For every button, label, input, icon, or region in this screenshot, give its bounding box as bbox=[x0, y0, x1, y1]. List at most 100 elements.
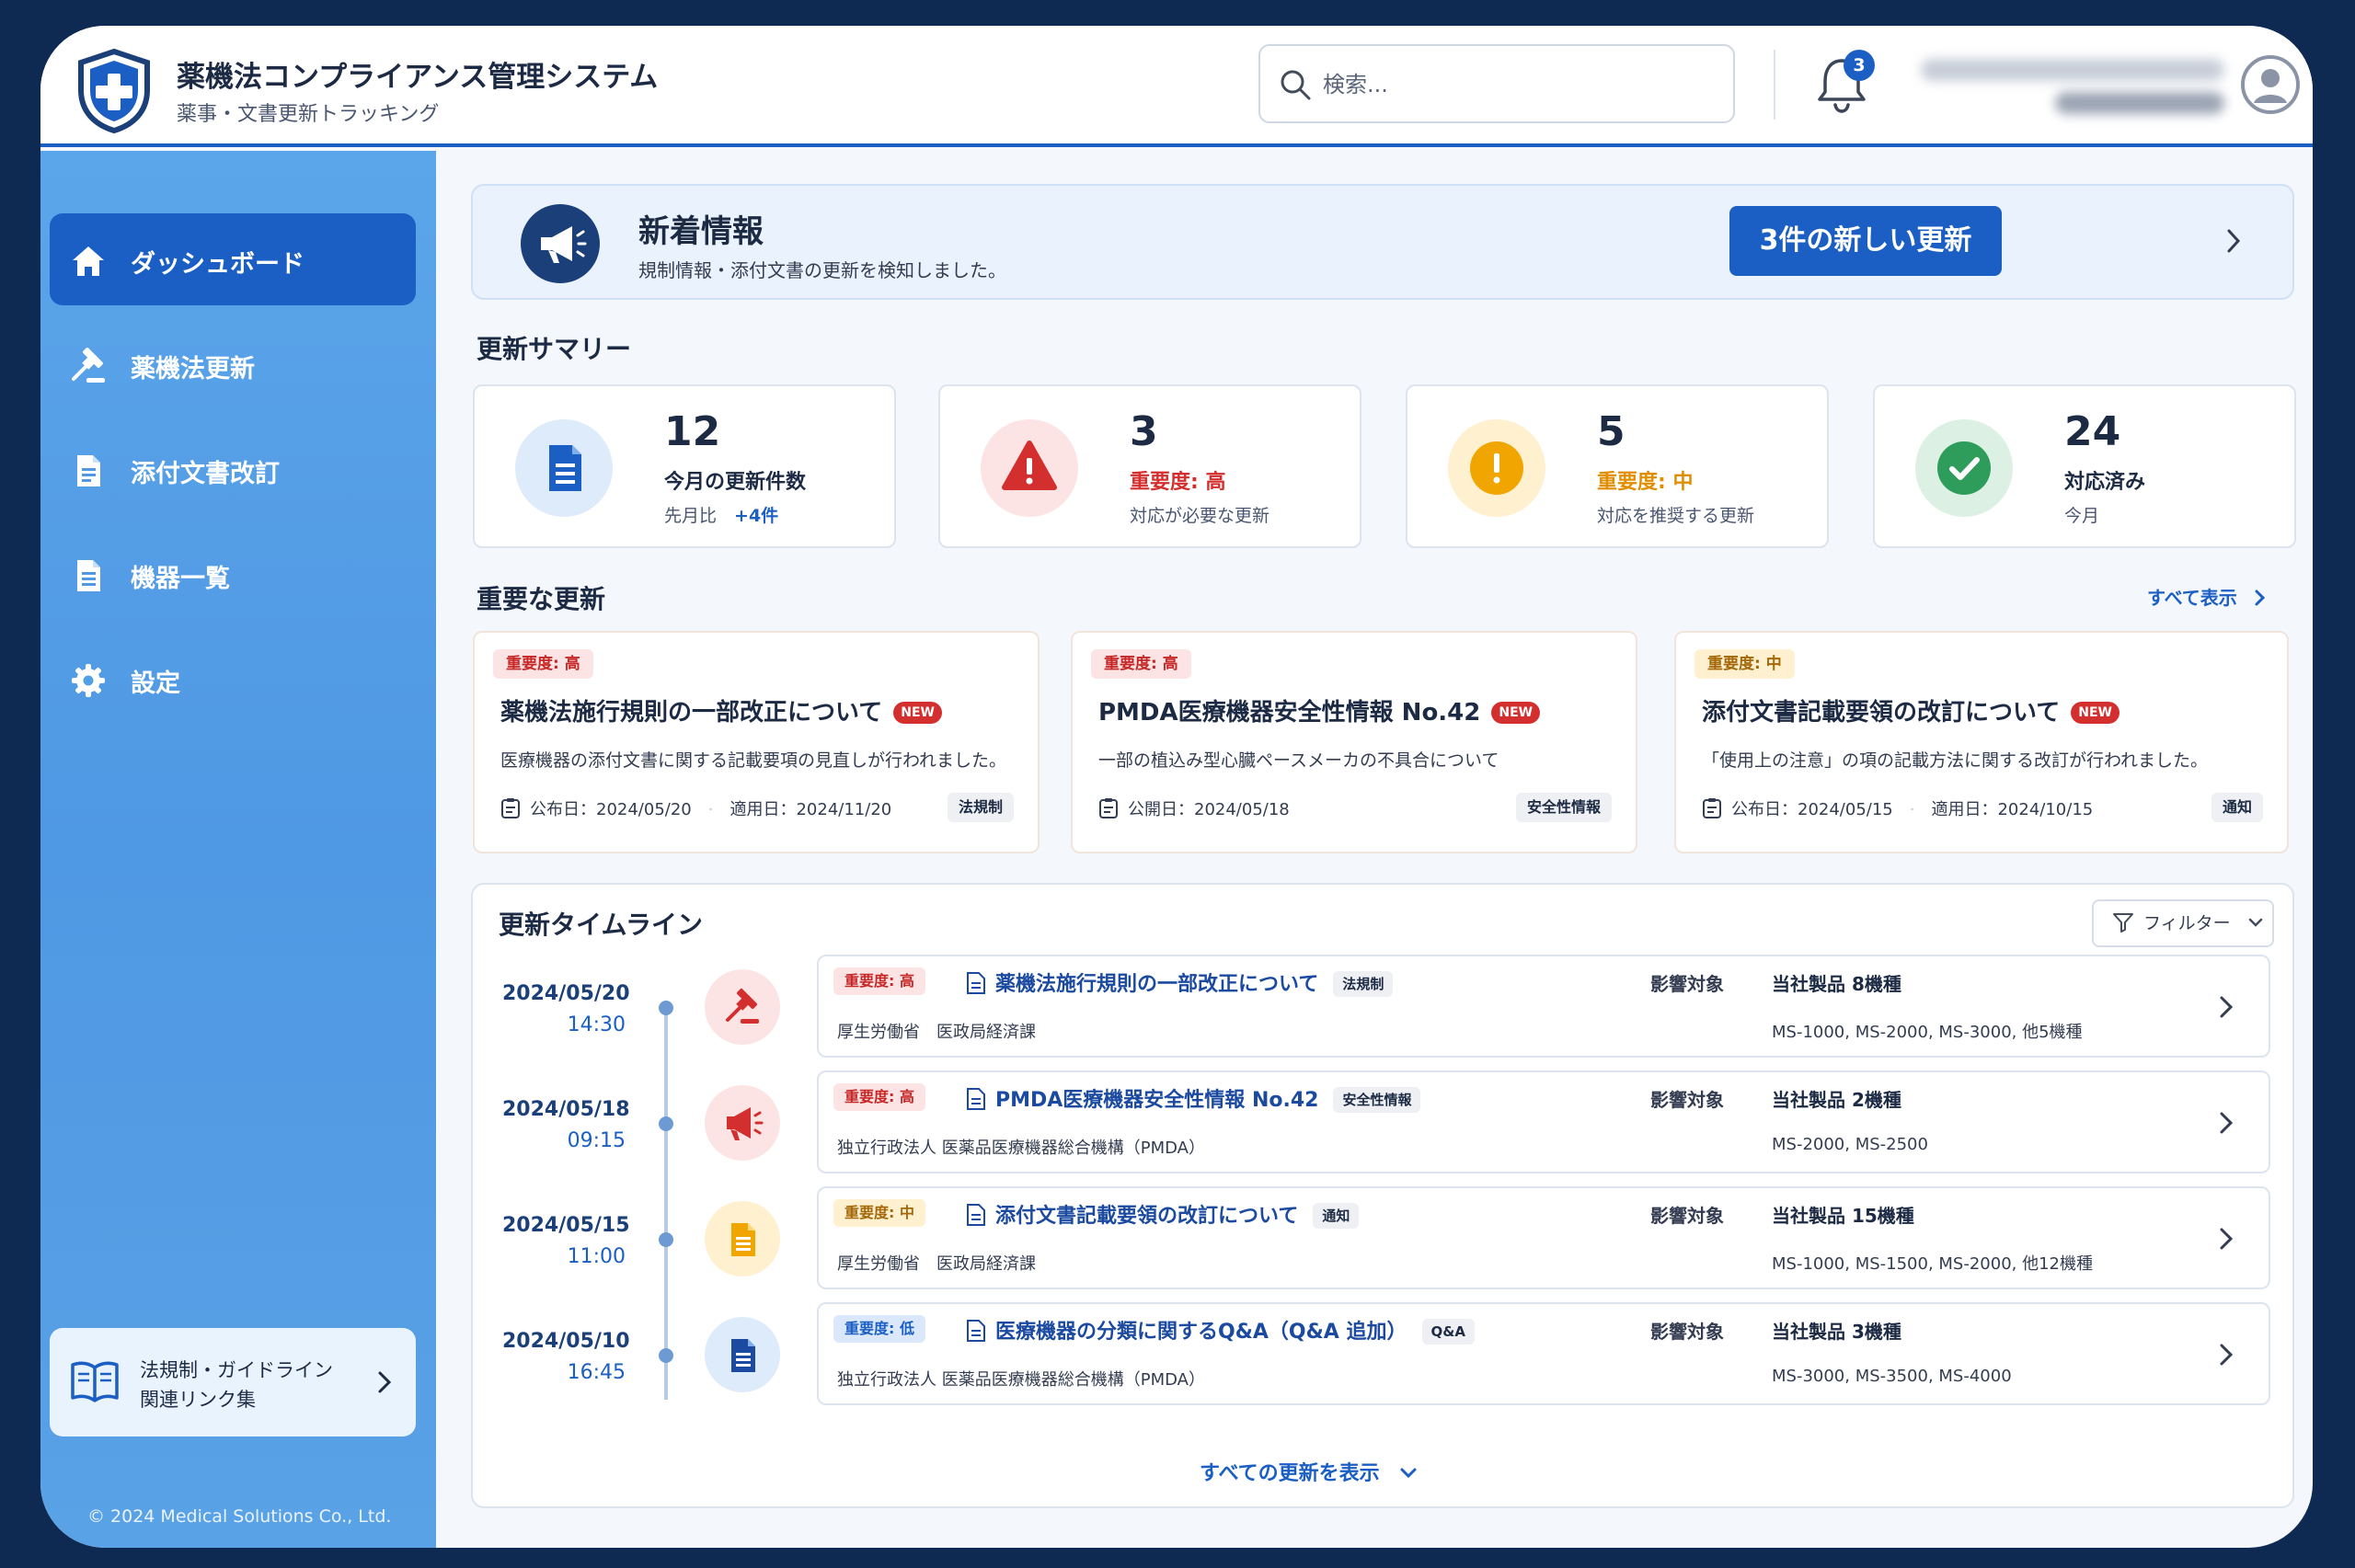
timeline-time: 11:00 bbox=[567, 1245, 626, 1268]
chevron-down-icon bbox=[1400, 1468, 1417, 1479]
stat-sub: 先月比 +4件 bbox=[664, 502, 778, 527]
sidebar-item-label: ダッシュボード bbox=[131, 250, 304, 279]
chevron-right-icon bbox=[2220, 1112, 2234, 1134]
exclamation-icon bbox=[1470, 441, 1523, 495]
stat-icon-bg bbox=[1915, 419, 2013, 517]
row-source: 独立行政法人 医薬品医療機器総合機構（PMDA） bbox=[837, 1139, 1205, 1158]
show-all-label: すべて表示 bbox=[2147, 587, 2237, 609]
important-title: 重要な更新 bbox=[477, 584, 606, 614]
app-window: 薬機法コンプライアンス管理システム 薬事・文書更新トラッキング 3 ダッシュボー… bbox=[40, 26, 2313, 1548]
timeline-row[interactable]: 重要度: 高 PMDA医療機器安全性情報 No.42 安全性情報 独立行政法人 医… bbox=[817, 1070, 2270, 1173]
stat-icon-bg bbox=[981, 419, 1078, 517]
chevron-right-icon bbox=[2220, 996, 2234, 1018]
impact-count: 当社製品 8機種 bbox=[1772, 973, 1901, 995]
search-box[interactable] bbox=[1258, 44, 1735, 123]
stat-card-monthly[interactable]: 12 今月の更新件数 先月比 +4件 bbox=[473, 384, 896, 548]
row-title: 添付文書記載要領の改訂について 通知 bbox=[966, 1199, 1360, 1229]
document-icon bbox=[77, 455, 100, 486]
priority-badge: 重要度: 高 bbox=[833, 967, 925, 995]
row-title-text: 添付文書記載要領の改訂について bbox=[995, 1205, 1299, 1228]
calendar-doc-icon bbox=[501, 798, 520, 818]
card-date-1: 公布日：2024/05/15 bbox=[1731, 800, 1893, 819]
stat-card-done[interactable]: 24 対応済み 今月 bbox=[1873, 384, 2296, 548]
sidebar-item-devices[interactable]: 機器一覧 bbox=[50, 528, 416, 620]
row-source: 厚生労働省 医政局経済課 bbox=[837, 1254, 1036, 1274]
card-title-text: 薬機法施行規則の一部改正について bbox=[500, 699, 883, 727]
category-tag: 法規制 bbox=[1333, 971, 1394, 997]
timeline-date: 2024/05/10 bbox=[502, 1330, 630, 1353]
stat-label: 重要度: 中 bbox=[1597, 471, 1694, 494]
user-role-redacted bbox=[2055, 92, 2224, 114]
show-all-updates-link[interactable]: すべての更新を表示 bbox=[1200, 1457, 1418, 1486]
document-icon bbox=[731, 1223, 755, 1256]
card-description: 医療機器の添付文書に関する記載要項の見直しが行われました。 bbox=[500, 750, 1007, 771]
document-icon bbox=[731, 1339, 755, 1372]
card-description: 一部の植込み型心臓ペースメーカの不具合について bbox=[1098, 750, 1499, 771]
important-card[interactable]: 重要度: 高 PMDA医療機器安全性情報 No.42 NEW 一部の植込み型心臓ペ… bbox=[1071, 631, 1637, 853]
sidebar-item-label: 薬機法更新 bbox=[131, 355, 255, 383]
user-name-redacted bbox=[1921, 59, 2224, 81]
impact-count: 当社製品 2機種 bbox=[1772, 1089, 1901, 1111]
sidebar-item-dashboard[interactable]: ダッシュボード bbox=[50, 213, 416, 305]
notification-badge: 3 bbox=[1844, 50, 1875, 81]
search-input[interactable] bbox=[1323, 66, 1709, 103]
stat-value: 5 bbox=[1597, 408, 1626, 455]
priority-badge: 重要度: 中 bbox=[1694, 649, 1795, 679]
priority-badge: 重要度: 高 bbox=[833, 1083, 925, 1111]
document-icon bbox=[967, 1088, 985, 1110]
timeline-row[interactable]: 重要度: 低 医療機器の分類に関するQ&A（Q&A 追加） Q&A 独立行政法人 … bbox=[817, 1302, 2270, 1405]
filter-button[interactable]: フィルター bbox=[2092, 899, 2274, 947]
stat-sub: 対応が必要な更新 bbox=[1130, 506, 1270, 526]
check-circle-icon bbox=[1937, 441, 1991, 495]
show-more-label: すべての更新を表示 bbox=[1200, 1462, 1380, 1485]
app-title: 薬機法コンプライアンス管理システム bbox=[177, 61, 659, 94]
timeline-dot bbox=[659, 1348, 673, 1363]
sidebar-item-package-insert[interactable]: 添付文書改訂 bbox=[50, 423, 416, 515]
timeline-row[interactable]: 重要度: 高 薬機法施行規則の一部改正について 法規制 厚生労働省 医政局経済課 … bbox=[817, 955, 2270, 1058]
stat-card-medium[interactable]: 5 重要度: 中 対応を推奨する更新 bbox=[1406, 384, 1829, 548]
chevron-right-icon[interactable] bbox=[2224, 226, 2243, 256]
sidebar-item-settings[interactable]: 設定 bbox=[50, 633, 416, 725]
banner-title: 新着情報 bbox=[638, 213, 764, 250]
category-tag: 安全性情報 bbox=[1333, 1087, 1421, 1113]
show-all-link[interactable]: すべて表示 bbox=[2147, 583, 2268, 610]
timeline-icon-bg bbox=[705, 1201, 780, 1276]
shield-cross-logo-icon bbox=[78, 48, 150, 134]
stat-value: 3 bbox=[1130, 408, 1158, 455]
chevron-right-icon bbox=[2255, 589, 2265, 606]
warning-icon bbox=[1002, 441, 1057, 490]
copyright-text: © 2024 Medical Solutions Co., Ltd. bbox=[87, 1506, 392, 1527]
card-description: 「使用上の注意」の項の記載方法に関する改訂が行われました。 bbox=[1702, 750, 2209, 771]
sidebar-item-law-updates[interactable]: 薬機法更新 bbox=[50, 318, 416, 410]
timeline-icon-bg bbox=[705, 969, 780, 1045]
impact-models: MS-3000, MS-3500, MS-4000 bbox=[1772, 1367, 2012, 1386]
timeline-date: 2024/05/15 bbox=[502, 1214, 630, 1237]
timeline-date: 2024/05/20 bbox=[502, 982, 630, 1005]
list-document-icon bbox=[77, 560, 100, 591]
timeline-time: 09:15 bbox=[567, 1129, 626, 1152]
card-title: PMDA医療機器安全性情報 No.42 NEW bbox=[1098, 693, 1541, 727]
row-source: 独立行政法人 医薬品医療機器総合機構（PMDA） bbox=[837, 1370, 1205, 1390]
row-source: 厚生労働省 医政局経済課 bbox=[837, 1023, 1036, 1042]
new-badge: NEW bbox=[893, 702, 942, 724]
important-card[interactable]: 重要度: 中 添付文書記載要領の改訂について NEW 「使用上の注意」の項の記載方… bbox=[1674, 631, 2289, 853]
new-updates-button[interactable]: 3件の新しい更新 bbox=[1729, 206, 2002, 276]
guideline-links-button[interactable]: 法規制・ガイドライン 関連リンク集 bbox=[50, 1328, 416, 1436]
timeline-title: 更新タイムライン bbox=[499, 910, 704, 940]
card-title-text: 添付文書記載要領の改訂について bbox=[1702, 699, 2061, 727]
important-card[interactable]: 重要度: 高 薬機法施行規則の一部改正について NEW 医療機器の添付文書に関する… bbox=[473, 631, 1040, 853]
sidebar-item-label: 機器一覧 bbox=[131, 565, 230, 593]
filter-icon bbox=[2113, 913, 2133, 933]
timeline-row[interactable]: 重要度: 中 添付文書記載要領の改訂について 通知 厚生労働省 医政局経済課 影響… bbox=[817, 1186, 2270, 1289]
guideline-link-label: 法規制・ガイドライン bbox=[140, 1359, 333, 1381]
card-date-2: 適用日：2024/11/20 bbox=[729, 800, 892, 819]
search-icon bbox=[1281, 70, 1311, 100]
avatar-icon[interactable] bbox=[2241, 55, 2300, 114]
card-title: 薬機法施行規則の一部改正について NEW bbox=[500, 693, 942, 727]
timeline-time: 16:45 bbox=[567, 1361, 626, 1384]
calendar-doc-icon bbox=[1703, 798, 1721, 818]
timeline-date: 2024/05/18 bbox=[502, 1098, 630, 1121]
row-title: PMDA医療機器安全性情報 No.42 安全性情報 bbox=[966, 1083, 1421, 1113]
stat-card-high[interactable]: 3 重要度: 高 対応が必要な更新 bbox=[938, 384, 1361, 548]
stat-label: 今月の更新件数 bbox=[664, 471, 807, 494]
